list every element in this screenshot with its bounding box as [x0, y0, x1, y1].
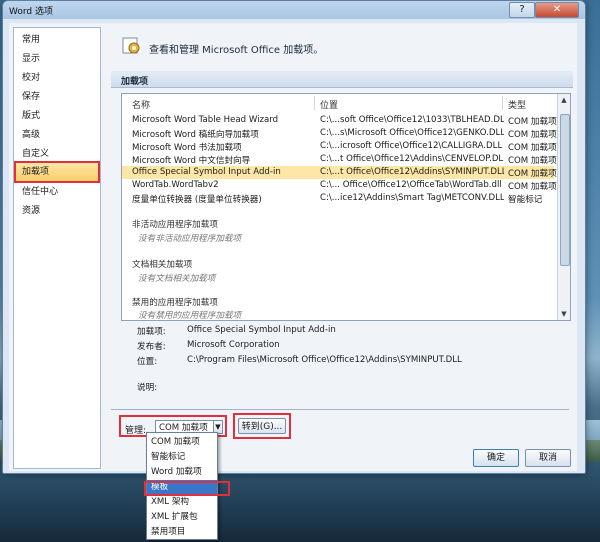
table-row[interactable]: 度量单位转换器 (度量单位转换器) C:\...ice12\Addins\Sma… [122, 192, 554, 205]
table-row[interactable]: WordTab.WordTabv2 C:\... Office\Office12… [122, 179, 557, 192]
close-icon[interactable]: ✕ [535, 2, 579, 18]
addin-type: COM 加载项 [508, 182, 557, 192]
table-row[interactable]: Microsoft Word 中文信封向导 C:\...t Office\Off… [122, 153, 557, 166]
sidebar-item-addins[interactable]: 加载项 [14, 161, 100, 183]
addin-type: COM 加载项 [508, 130, 557, 140]
table-row[interactable]: Microsoft Word 稿纸向导加载项 C:\...s\Microsoft… [122, 127, 557, 140]
column-header-location[interactable]: 位置 [320, 98, 338, 111]
cancel-button[interactable]: 取消 [525, 449, 571, 467]
dropdown-option-disabled-items[interactable]: 禁用项目 [147, 525, 217, 539]
addin-type: COM 加载项 [508, 117, 557, 127]
detail-value-publisher: Microsoft Corporation [187, 340, 280, 350]
sidebar-item-save[interactable]: 保存 [16, 89, 96, 105]
detail-value-addin: Office Special Symbol Input Add-in [187, 325, 336, 335]
goto-button[interactable]: 转到(G)... [238, 418, 286, 434]
options-sidebar: 常用 显示 校对 保存 版式 高级 自定义 加载项 信任中心 资源 [13, 27, 101, 469]
page-title: 查看和管理 Microsoft Office 加载项。 [149, 45, 324, 56]
detail-value-location: C:\Program Files\Microsoft Office\Office… [187, 355, 462, 365]
manage-label: 管理: [125, 426, 147, 436]
help-icon[interactable]: ? [509, 2, 535, 18]
column-divider[interactable] [502, 96, 503, 110]
addin-type: 智能标记 [508, 195, 543, 205]
detail-label-location: 位置: [137, 357, 158, 367]
addin-name: 度量单位转换器 (度量单位转换器) [132, 195, 262, 205]
group-empty-text: 没有非活动应用程序加载项 [138, 234, 242, 244]
sidebar-item-display[interactable]: 显示 [16, 51, 96, 67]
addin-type: COM 加载项 [508, 143, 557, 153]
divider [111, 409, 569, 410]
group-title: 文档相关加载项 [132, 260, 193, 270]
addin-name: Office Special Symbol Input Add-in [132, 167, 281, 177]
dropdown-option-xml-schema[interactable]: XML 架构 [147, 495, 217, 509]
sidebar-item-resources[interactable]: 资源 [16, 203, 96, 219]
template-option-highlight [144, 481, 230, 496]
detail-label-publisher: 发布者: [137, 342, 166, 352]
detail-label-addin: 加载项: [137, 327, 166, 337]
table-row[interactable]: Microsoft Word 书法加载项 C:\...icrosoft Offi… [122, 140, 557, 153]
addin-location: C:\...t Office\Office12\Addins\SYMINPUT.… [320, 167, 504, 177]
addin-type: COM 加载项 [508, 156, 557, 166]
dropdown-option-xml-expansion[interactable]: XML 扩展包 [147, 510, 217, 524]
addins-panel: 查看和管理 Microsoft Office 加载项。 加载项 名称 位置 类型… [107, 27, 575, 467]
sidebar-item-general[interactable]: 常用 [16, 32, 96, 48]
group-title: 禁用的应用程序加载项 [132, 298, 218, 308]
column-divider[interactable] [314, 96, 315, 110]
detail-label-description: 说明: [137, 383, 158, 393]
addin-location: C:\... Office\Office12\OfficeTab\WordTab… [320, 180, 502, 190]
addin-name: Microsoft Word 稿纸向导加载项 [132, 130, 259, 140]
addin-location: C:\...soft Office\Office12\1033\TBLHEAD.… [320, 115, 504, 125]
ok-button[interactable]: 确定 [473, 449, 519, 467]
addins-gear-icon [122, 37, 140, 54]
addin-name: Microsoft Word 书法加载项 [132, 143, 242, 153]
addin-name: WordTab.WordTabv2 [132, 180, 219, 190]
table-row-selected[interactable]: Office Special Symbol Input Add-in C:\..… [122, 166, 557, 179]
dialog-body: 常用 显示 校对 保存 版式 高级 自定义 加载项 信任中心 资源 查看和管理 … [9, 23, 577, 471]
title-bar[interactable]: Word 选项 ? ✕ [3, 1, 585, 19]
desktop-water [0, 462, 600, 542]
list-scrollbar[interactable]: ▲ ▼ [557, 94, 570, 320]
addin-location: C:\...t Office\Office12\Addins\CENVELOP.… [320, 154, 504, 164]
dropdown-option-smart-tags[interactable]: 智能标记 [147, 450, 217, 464]
column-header-name[interactable]: 名称 [132, 98, 150, 111]
group-title: 非活动应用程序加载项 [132, 220, 218, 230]
addin-name: Microsoft Word Table Head Wizard [132, 115, 279, 125]
word-options-dialog: Word 选项 ? ✕ 常用 显示 校对 保存 版式 高级 自定义 加载项 信任… [2, 0, 586, 474]
addin-location: C:\...ice12\Addins\Smart Tag\METCONV.DLL [320, 193, 504, 203]
scroll-thumb[interactable] [560, 114, 570, 266]
sidebar-item-advanced[interactable]: 高级 [16, 127, 96, 143]
scroll-down-icon[interactable]: ▼ [558, 308, 570, 320]
scroll-up-icon[interactable]: ▲ [558, 94, 570, 106]
addin-name: Microsoft Word 中文信封向导 [132, 156, 251, 166]
dropdown-option-com[interactable]: COM 加载项 [147, 435, 217, 449]
table-row[interactable]: Microsoft Word Table Head Wizard C:\...s… [122, 114, 557, 127]
section-header: 加载项 [111, 71, 573, 88]
window-title: Word 选项 [9, 7, 53, 17]
sidebar-item-proofing[interactable]: 校对 [16, 70, 96, 86]
addin-location: C:\...s\Microsoft Office\Office12\GENKO.… [320, 128, 504, 138]
addin-location: C:\...icrosoft Office\Office12\CALLIGRA.… [320, 141, 503, 151]
sidebar-item-trust-center[interactable]: 信任中心 [16, 184, 96, 200]
addins-list[interactable]: 名称 位置 类型 Microsoft Word Table Head Wizar… [121, 93, 571, 321]
group-empty-text: 没有禁用的应用程序加载项 [138, 311, 242, 321]
group-empty-text: 没有文档相关加载项 [138, 274, 216, 284]
addin-type: COM 加载项 [508, 169, 557, 179]
section-title: 加载项 [121, 77, 149, 87]
sidebar-item-layout[interactable]: 版式 [16, 108, 96, 124]
sidebar-item-customize[interactable]: 自定义 [16, 146, 96, 162]
column-header-type[interactable]: 类型 [508, 98, 526, 111]
dropdown-option-word-addins[interactable]: Word 加载项 [147, 465, 217, 479]
